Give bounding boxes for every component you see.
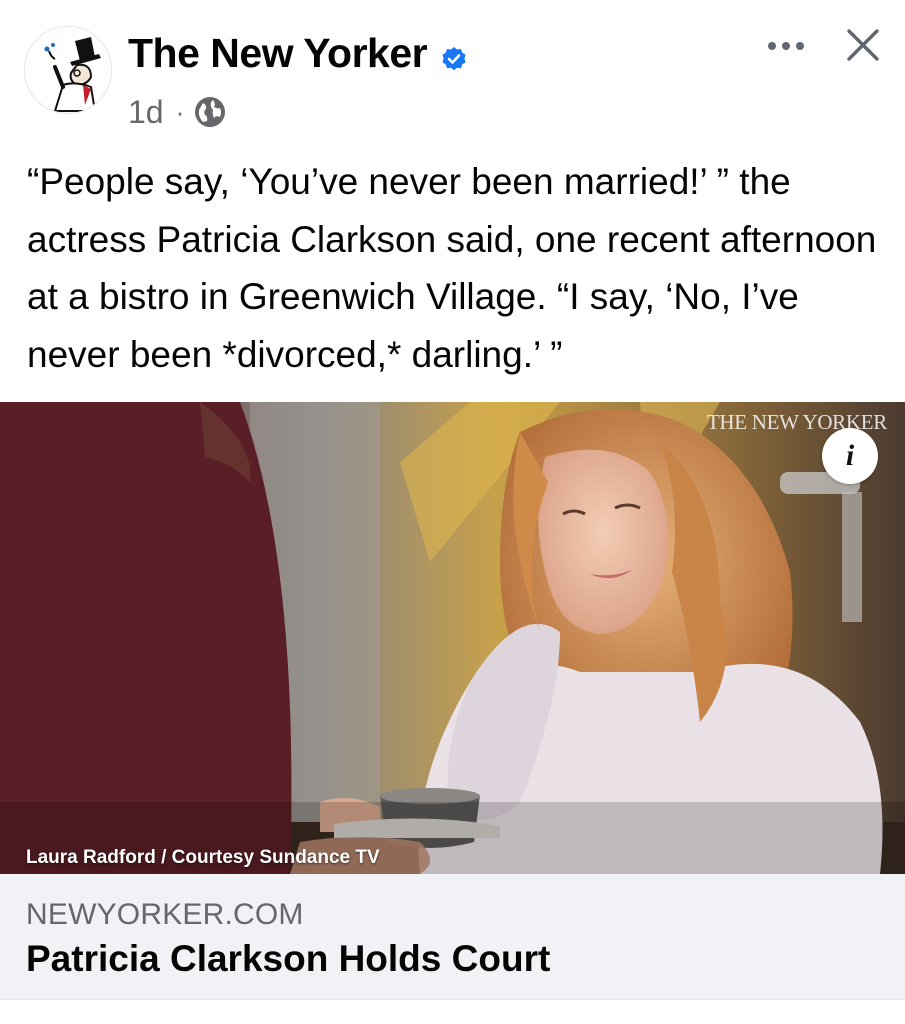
link-image[interactable]: THE NEW YORKER xyxy=(0,402,905,874)
post-meta: 1d · xyxy=(128,92,226,132)
post-timestamp[interactable]: 1d xyxy=(128,94,164,131)
more-horizontal-icon[interactable] xyxy=(762,28,810,64)
page-name[interactable]: The New Yorker xyxy=(128,30,428,77)
page-avatar[interactable] xyxy=(24,26,112,114)
photo-credit: Laura Radford / Courtesy Sundance TV xyxy=(26,847,380,868)
link-domain: NEWYORKER.COM xyxy=(26,898,304,931)
article-photo xyxy=(0,402,905,874)
post-text: “People say, ‘You’ve never been married!… xyxy=(27,161,877,375)
info-button[interactable]: i xyxy=(822,428,878,484)
post-header: The New Yorker 1d · xyxy=(0,0,905,140)
link-title[interactable]: Patricia Clarkson Holds Court xyxy=(26,938,550,980)
meta-separator: · xyxy=(175,96,185,127)
close-icon[interactable] xyxy=(846,28,880,62)
verified-badge-icon xyxy=(442,47,466,71)
new-yorker-logo-icon xyxy=(25,27,111,113)
link-preview-card[interactable]: NEWYORKER.COM Patricia Clarkson Holds Co… xyxy=(0,874,905,1000)
globe-icon[interactable] xyxy=(194,96,226,128)
